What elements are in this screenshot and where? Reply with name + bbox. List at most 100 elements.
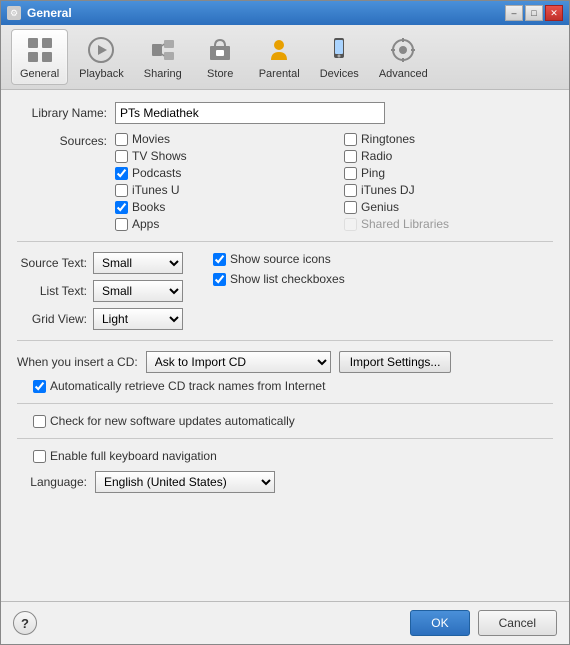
- sources-section: Sources: Movies Ringtones TV Shows Radio: [17, 132, 553, 231]
- language-row: Language: English (United States) German…: [17, 471, 553, 493]
- podcasts-label[interactable]: Podcasts: [132, 166, 181, 180]
- title-buttons: – □ ✕: [505, 5, 563, 21]
- keyboard-nav-label[interactable]: Enable full keyboard navigation: [50, 449, 217, 463]
- grid-view-select[interactable]: Light Dark: [93, 308, 183, 330]
- list-text-row: List Text: Small Medium Large: [17, 280, 183, 302]
- tvshows-checkbox[interactable]: [115, 150, 128, 163]
- keyboard-nav-row: Enable full keyboard navigation: [17, 449, 553, 463]
- itunesdj-checkbox[interactable]: [344, 184, 357, 197]
- ping-checkbox-item: Ping: [344, 166, 553, 180]
- footer-buttons: OK Cancel: [410, 610, 557, 636]
- show-source-icons-label[interactable]: Show source icons: [230, 252, 331, 266]
- separator-4: [17, 438, 553, 439]
- store-tab-icon: [204, 34, 236, 66]
- tab-parental[interactable]: Parental: [250, 29, 309, 85]
- tab-store-label: Store: [207, 68, 233, 80]
- close-button[interactable]: ✕: [545, 5, 563, 21]
- tab-store[interactable]: Store: [193, 29, 248, 85]
- devices-tab-icon: [323, 34, 355, 66]
- movies-checkbox-item: Movies: [115, 132, 324, 146]
- library-name-row: Library Name:: [17, 102, 553, 124]
- content-area: Library Name: Sources: Movies Ringtones …: [1, 90, 569, 601]
- tvshows-checkbox-item: TV Shows: [115, 149, 324, 163]
- cd-action-select[interactable]: Ask to Import CD Import CD Import CD and…: [146, 351, 331, 373]
- itunesdj-checkbox-item: iTunes DJ: [344, 183, 553, 197]
- ringtones-checkbox[interactable]: [344, 133, 357, 146]
- sharedlibs-checkbox: [344, 218, 357, 231]
- source-text-label: Source Text:: [17, 256, 87, 270]
- ok-button[interactable]: OK: [410, 610, 469, 636]
- movies-checkbox[interactable]: [115, 133, 128, 146]
- toolbar: General Playback Sharing: [1, 25, 569, 90]
- playback-tab-icon: [85, 34, 117, 66]
- auto-retrieve-checkbox[interactable]: [33, 380, 46, 393]
- show-list-checkboxes-checkbox[interactable]: [213, 273, 226, 286]
- separator-2: [17, 340, 553, 341]
- books-label[interactable]: Books: [132, 200, 165, 214]
- radio-label[interactable]: Radio: [361, 149, 392, 163]
- itunesu-checkbox[interactable]: [115, 184, 128, 197]
- tab-sharing[interactable]: Sharing: [135, 29, 191, 85]
- apps-checkbox[interactable]: [115, 218, 128, 231]
- check-updates-checkbox[interactable]: [33, 415, 46, 428]
- footer: ? OK Cancel: [1, 601, 569, 644]
- movies-label[interactable]: Movies: [132, 132, 170, 146]
- ringtones-label[interactable]: Ringtones: [361, 132, 415, 146]
- import-settings-button[interactable]: Import Settings...: [339, 351, 452, 373]
- sharing-tab-icon: [147, 34, 179, 66]
- genius-checkbox-item: Genius: [344, 200, 553, 214]
- maximize-button[interactable]: □: [525, 5, 543, 21]
- source-text-select[interactable]: Small Medium Large: [93, 252, 183, 274]
- cd-insert-row: When you insert a CD: Ask to Import CD I…: [17, 351, 553, 373]
- ringtones-checkbox-item: Ringtones: [344, 132, 553, 146]
- tab-playback[interactable]: Playback: [70, 29, 133, 85]
- books-checkbox[interactable]: [115, 201, 128, 214]
- books-checkbox-item: Books: [115, 200, 324, 214]
- minimize-button[interactable]: –: [505, 5, 523, 21]
- main-window: ⚙ General – □ ✕ General: [0, 0, 570, 645]
- tab-devices[interactable]: Devices: [311, 29, 368, 85]
- check-updates-row: Check for new software updates automatic…: [17, 414, 553, 428]
- cancel-button[interactable]: Cancel: [478, 610, 557, 636]
- itunesu-checkbox-item: iTunes U: [115, 183, 324, 197]
- library-name-input[interactable]: [115, 102, 385, 124]
- separator-3: [17, 403, 553, 404]
- ping-label[interactable]: Ping: [361, 166, 385, 180]
- cd-section: When you insert a CD: Ask to Import CD I…: [17, 351, 553, 393]
- itunesu-label[interactable]: iTunes U: [132, 183, 180, 197]
- cd-insert-label: When you insert a CD:: [17, 355, 138, 369]
- podcasts-checkbox[interactable]: [115, 167, 128, 180]
- show-source-icons-checkbox[interactable]: [213, 253, 226, 266]
- radio-checkbox-item: Radio: [344, 149, 553, 163]
- podcasts-checkbox-item: Podcasts: [115, 166, 324, 180]
- window-icon: ⚙: [7, 6, 21, 20]
- tab-advanced[interactable]: Advanced: [370, 29, 437, 85]
- itunesdj-label[interactable]: iTunes DJ: [361, 183, 415, 197]
- language-select[interactable]: English (United States) German French Sp…: [95, 471, 275, 493]
- separator-1: [17, 241, 553, 242]
- radio-checkbox[interactable]: [344, 150, 357, 163]
- show-list-checkboxes-label[interactable]: Show list checkboxes: [230, 272, 345, 286]
- tvshows-label[interactable]: TV Shows: [132, 149, 187, 163]
- apps-label[interactable]: Apps: [132, 217, 159, 231]
- general-tab-icon: [24, 34, 56, 66]
- sources-grid: Movies Ringtones TV Shows Radio Podcasts: [115, 132, 553, 231]
- sharedlibs-checkbox-item: Shared Libraries: [344, 217, 553, 231]
- ping-checkbox[interactable]: [344, 167, 357, 180]
- list-text-label: List Text:: [17, 284, 87, 298]
- tab-playback-label: Playback: [79, 68, 124, 80]
- advanced-tab-icon: [387, 34, 419, 66]
- keyboard-nav-checkbox[interactable]: [33, 450, 46, 463]
- genius-checkbox[interactable]: [344, 201, 357, 214]
- tab-general[interactable]: General: [11, 29, 68, 85]
- title-bar: ⚙ General – □ ✕: [1, 1, 569, 25]
- check-updates-label[interactable]: Check for new software updates automatic…: [50, 414, 295, 428]
- language-label: Language:: [17, 475, 87, 489]
- tab-parental-label: Parental: [259, 68, 300, 80]
- auto-retrieve-label[interactable]: Automatically retrieve CD track names fr…: [50, 379, 325, 393]
- list-text-select[interactable]: Small Medium Large: [93, 280, 183, 302]
- show-source-icons-row: Show source icons: [213, 252, 345, 266]
- sources-label: Sources:: [17, 132, 107, 231]
- help-button[interactable]: ?: [13, 611, 37, 635]
- genius-label[interactable]: Genius: [361, 200, 399, 214]
